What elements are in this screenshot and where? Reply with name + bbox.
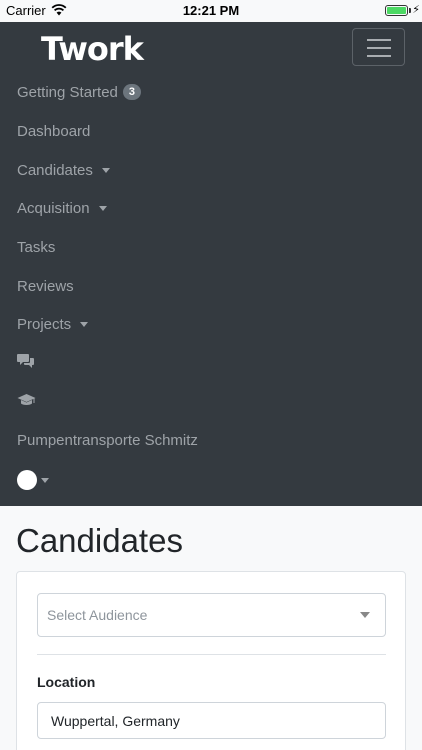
avatar — [17, 470, 37, 490]
main-content: Candidates Select Audience Location Wupp… — [0, 506, 422, 750]
brand-logo[interactable]: Twork — [41, 30, 144, 68]
nav-item-tasks[interactable]: Tasks — [17, 235, 55, 259]
nav-item-company[interactable]: Pumpentransporte Schmitz — [17, 428, 198, 452]
nav-item-getting-started[interactable]: Getting Started 3 — [17, 80, 142, 104]
nav-item-label: Tasks — [17, 238, 56, 256]
battery-tip — [409, 8, 411, 13]
caret-down-icon — [80, 321, 89, 327]
nav-item-dashboard[interactable]: Dashboard — [17, 119, 90, 143]
chevron-down-icon — [360, 612, 370, 618]
navbar: Twork Getting Started 3 Dashboard Candid… — [0, 22, 422, 506]
nav-item-candidates[interactable]: Candidates — [17, 158, 110, 182]
battery-icon — [385, 5, 408, 16]
divider — [37, 654, 386, 655]
caret-down-icon — [101, 167, 110, 173]
count-badge: 3 — [122, 84, 142, 100]
nav-item-label: Acquisition — [17, 199, 90, 217]
status-bar: Carrier 12:21 PM ⚡ — [0, 0, 422, 22]
charging-icon: ⚡ — [412, 4, 420, 16]
nav-item-label: Getting Started — [17, 83, 118, 101]
nav-item-label: Pumpentransporte Schmitz — [17, 431, 198, 449]
nav-item-label: Reviews — [17, 277, 74, 295]
hamburger-icon-line — [367, 47, 391, 49]
menu-toggle-button[interactable] — [352, 28, 405, 66]
location-label: Location — [37, 674, 96, 690]
graduation-cap-icon — [17, 393, 36, 411]
caret-down-icon — [41, 477, 49, 483]
nav-item-projects[interactable]: Projects — [17, 312, 89, 336]
nav-item-learning[interactable] — [17, 390, 36, 414]
page-title: Candidates — [16, 522, 183, 559]
nav-item-label: Dashboard — [17, 122, 91, 140]
nav-item-label: Candidates — [17, 161, 93, 179]
nav-item-label: Projects — [17, 315, 72, 333]
nav-item-acquisition[interactable]: Acquisition — [17, 196, 107, 220]
caret-down-icon — [98, 205, 107, 211]
audience-select-placeholder: Select Audience — [47, 607, 148, 623]
filter-card: Select Audience Location Wuppertal, Germ… — [16, 571, 406, 750]
comments-icon — [17, 353, 35, 373]
nav-item-user-menu[interactable] — [17, 468, 49, 492]
audience-select[interactable]: Select Audience — [37, 593, 386, 637]
hamburger-icon-line — [367, 39, 391, 41]
nav-item-messages[interactable] — [17, 351, 35, 375]
clock: 12:21 PM — [182, 3, 240, 18]
hamburger-icon-line — [367, 55, 391, 57]
location-input[interactable]: Wuppertal, Germany — [37, 702, 386, 739]
nav-item-reviews[interactable]: Reviews — [17, 274, 74, 298]
